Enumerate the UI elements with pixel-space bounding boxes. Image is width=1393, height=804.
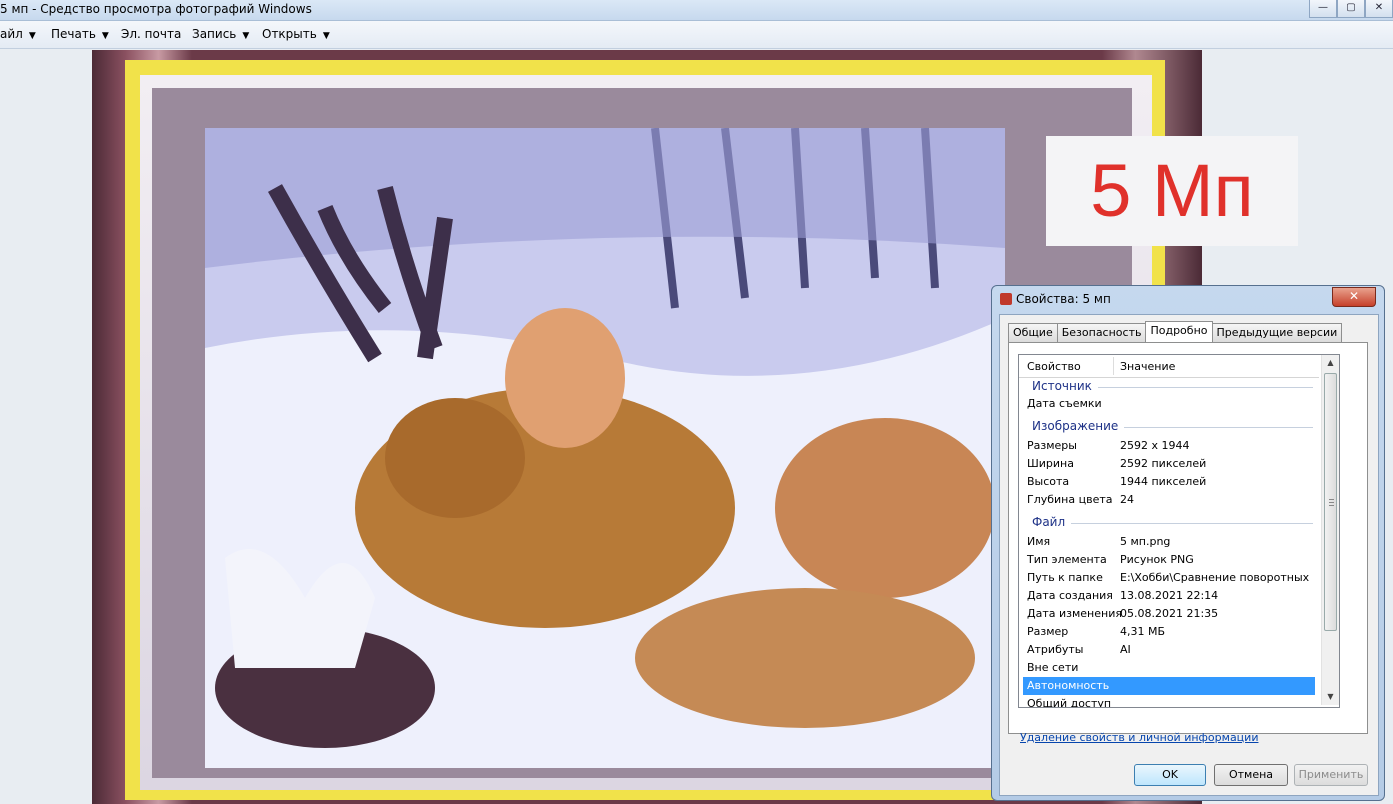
- property-row[interactable]: Общий доступ: [1019, 695, 1319, 708]
- chevron-down-icon: ▼: [28, 31, 36, 41]
- property-key: Автономность: [1027, 679, 1110, 692]
- group-label: Источник: [1032, 379, 1098, 393]
- property-value: 2592 пикселей: [1120, 457, 1207, 470]
- column-header-property[interactable]: Свойство: [1027, 360, 1081, 373]
- chevron-down-icon: ▼: [322, 31, 330, 41]
- dialog-body: Общие Безопасность Подробно Предыдущие в…: [999, 314, 1379, 796]
- property-key: Глубина цвета: [1027, 493, 1113, 506]
- property-row[interactable]: Вне сети: [1019, 659, 1319, 677]
- property-value: 1944 пикселей: [1120, 475, 1207, 488]
- remove-properties-link[interactable]: Удаление свойств и личной информации: [1020, 731, 1258, 744]
- property-row[interactable]: Размеры 2592 x 1944: [1019, 437, 1319, 455]
- vertical-scrollbar[interactable]: ▲ ▼: [1321, 355, 1339, 705]
- property-key: Общий доступ: [1027, 697, 1112, 708]
- window-titlebar: 5 мп - Средство просмотра фотографий Win…: [0, 0, 1393, 21]
- column-header-value[interactable]: Значение: [1120, 360, 1175, 373]
- property-row[interactable]: Глубина цвета 24: [1019, 491, 1319, 509]
- property-key: Путь к папке: [1027, 571, 1103, 584]
- megapixel-overlay-label: 5 Мп: [1046, 136, 1298, 246]
- tab-general[interactable]: Общие: [1008, 323, 1058, 342]
- maximize-button[interactable]: ▢: [1337, 0, 1365, 18]
- apply-button[interactable]: Применить: [1294, 764, 1368, 786]
- property-key: Тип элемента: [1027, 553, 1107, 566]
- property-row[interactable]: Дата изменения 05.08.2021 21:35: [1019, 605, 1319, 623]
- chevron-down-icon: ▼: [101, 31, 109, 41]
- menu-open-label: Открыть: [262, 27, 317, 41]
- menu-file-label: айл: [0, 27, 23, 41]
- scroll-up-arrow-icon[interactable]: ▲: [1322, 355, 1339, 371]
- menu-burn[interactable]: Запись ▼: [192, 27, 249, 41]
- group-file: Файл: [1019, 513, 1319, 531]
- property-value: Рисунок PNG: [1120, 553, 1194, 566]
- minimize-button[interactable]: —: [1309, 0, 1337, 18]
- property-key: Дата создания: [1027, 589, 1113, 602]
- window-title: 5 мп - Средство просмотра фотографий Win…: [0, 2, 312, 16]
- tab-security[interactable]: Безопасность: [1056, 323, 1147, 342]
- property-key: Имя: [1027, 535, 1051, 548]
- property-value: E:\Хобби\Сравнение поворотных: [1120, 571, 1310, 584]
- property-row[interactable]: Ширина 2592 пикселей: [1019, 455, 1319, 473]
- list-header: Свойство Значение: [1019, 355, 1319, 378]
- properties-list[interactable]: Свойство Значение Источник Дата съемки И…: [1018, 354, 1340, 708]
- property-row[interactable]: Атрибуты AI: [1019, 641, 1319, 659]
- dialog-titlebar: Свойства: 5 мп: [1000, 292, 1111, 306]
- deer-scene-illustration: [205, 128, 1005, 768]
- menu-print-label: Печать: [51, 27, 96, 41]
- property-row[interactable]: Дата создания 13.08.2021 22:14: [1019, 587, 1319, 605]
- property-key: Атрибуты: [1027, 643, 1084, 656]
- column-separator[interactable]: [1113, 357, 1114, 375]
- chevron-down-icon: ▼: [242, 31, 250, 41]
- window-controls: — ▢ ✕: [1309, 0, 1393, 18]
- embroidered-deer-picture: [205, 128, 1005, 768]
- cancel-button[interactable]: Отмена: [1214, 764, 1288, 786]
- property-value: 5 мп.png: [1120, 535, 1171, 548]
- property-row[interactable]: Размер 4,31 МБ: [1019, 623, 1319, 641]
- group-label: Файл: [1032, 515, 1072, 529]
- menu-file[interactable]: айл ▼: [0, 27, 36, 41]
- menu-email-label: Эл. почта: [121, 27, 182, 41]
- dialog-title: Свойства: 5 мп: [1016, 292, 1111, 306]
- menu-print[interactable]: Печать ▼: [51, 27, 109, 41]
- ok-button[interactable]: OK: [1134, 764, 1206, 786]
- menu-bar: айл ▼ Печать ▼ Эл. почта Запись ▼ Открыть ▼: [0, 21, 1393, 49]
- group-divider: [1032, 523, 1313, 524]
- menu-open[interactable]: Открыть ▼: [262, 27, 330, 41]
- property-row-selected[interactable]: Автономность: [1023, 677, 1315, 695]
- group-image: Изображение: [1019, 417, 1319, 435]
- property-value: 2592 x 1944: [1120, 439, 1190, 452]
- scrollbar-thumb[interactable]: [1324, 373, 1337, 631]
- menu-burn-label: Запись: [192, 27, 237, 41]
- property-key: Вне сети: [1027, 661, 1079, 674]
- tab-details[interactable]: Подробно: [1145, 321, 1213, 342]
- property-key: Дата съемки: [1027, 397, 1102, 410]
- details-panel: Свойство Значение Источник Дата съемки И…: [1008, 342, 1368, 734]
- property-key: Дата изменения: [1027, 607, 1122, 620]
- property-key: Размеры: [1027, 439, 1077, 452]
- close-button[interactable]: ✕: [1365, 0, 1393, 18]
- property-row[interactable]: Тип элемента Рисунок PNG: [1019, 551, 1319, 569]
- group-source: Источник: [1019, 377, 1319, 395]
- tab-strip: Общие Безопасность Подробно Предыдущие в…: [1008, 321, 1343, 343]
- property-row[interactable]: Высота 1944 пикселей: [1019, 473, 1319, 491]
- property-key: Ширина: [1027, 457, 1074, 470]
- property-value: AI: [1120, 643, 1131, 656]
- menu-email[interactable]: Эл. почта: [121, 27, 181, 41]
- scroll-down-arrow-icon[interactable]: ▼: [1322, 689, 1339, 705]
- properties-dialog: Свойства: 5 мп ✕ Общие Безопасность Подр…: [991, 285, 1385, 801]
- property-value: 05.08.2021 21:35: [1120, 607, 1219, 620]
- property-value: 4,31 МБ: [1120, 625, 1166, 638]
- group-label: Изображение: [1032, 419, 1125, 433]
- property-row[interactable]: Имя 5 мп.png: [1019, 533, 1319, 551]
- property-value: 13.08.2021 22:14: [1120, 589, 1219, 602]
- property-row[interactable]: Путь к папке E:\Хобби\Сравнение поворотны…: [1019, 569, 1319, 587]
- tab-previous-versions[interactable]: Предыдущие версии: [1211, 323, 1343, 342]
- property-row[interactable]: Дата съемки: [1019, 395, 1319, 413]
- grip-icon: [1329, 499, 1334, 507]
- property-key: Высота: [1027, 475, 1070, 488]
- dialog-close-button[interactable]: ✕: [1332, 287, 1376, 307]
- property-key: Размер: [1027, 625, 1069, 638]
- file-properties-icon: [1000, 293, 1012, 305]
- property-value: 24: [1120, 493, 1134, 506]
